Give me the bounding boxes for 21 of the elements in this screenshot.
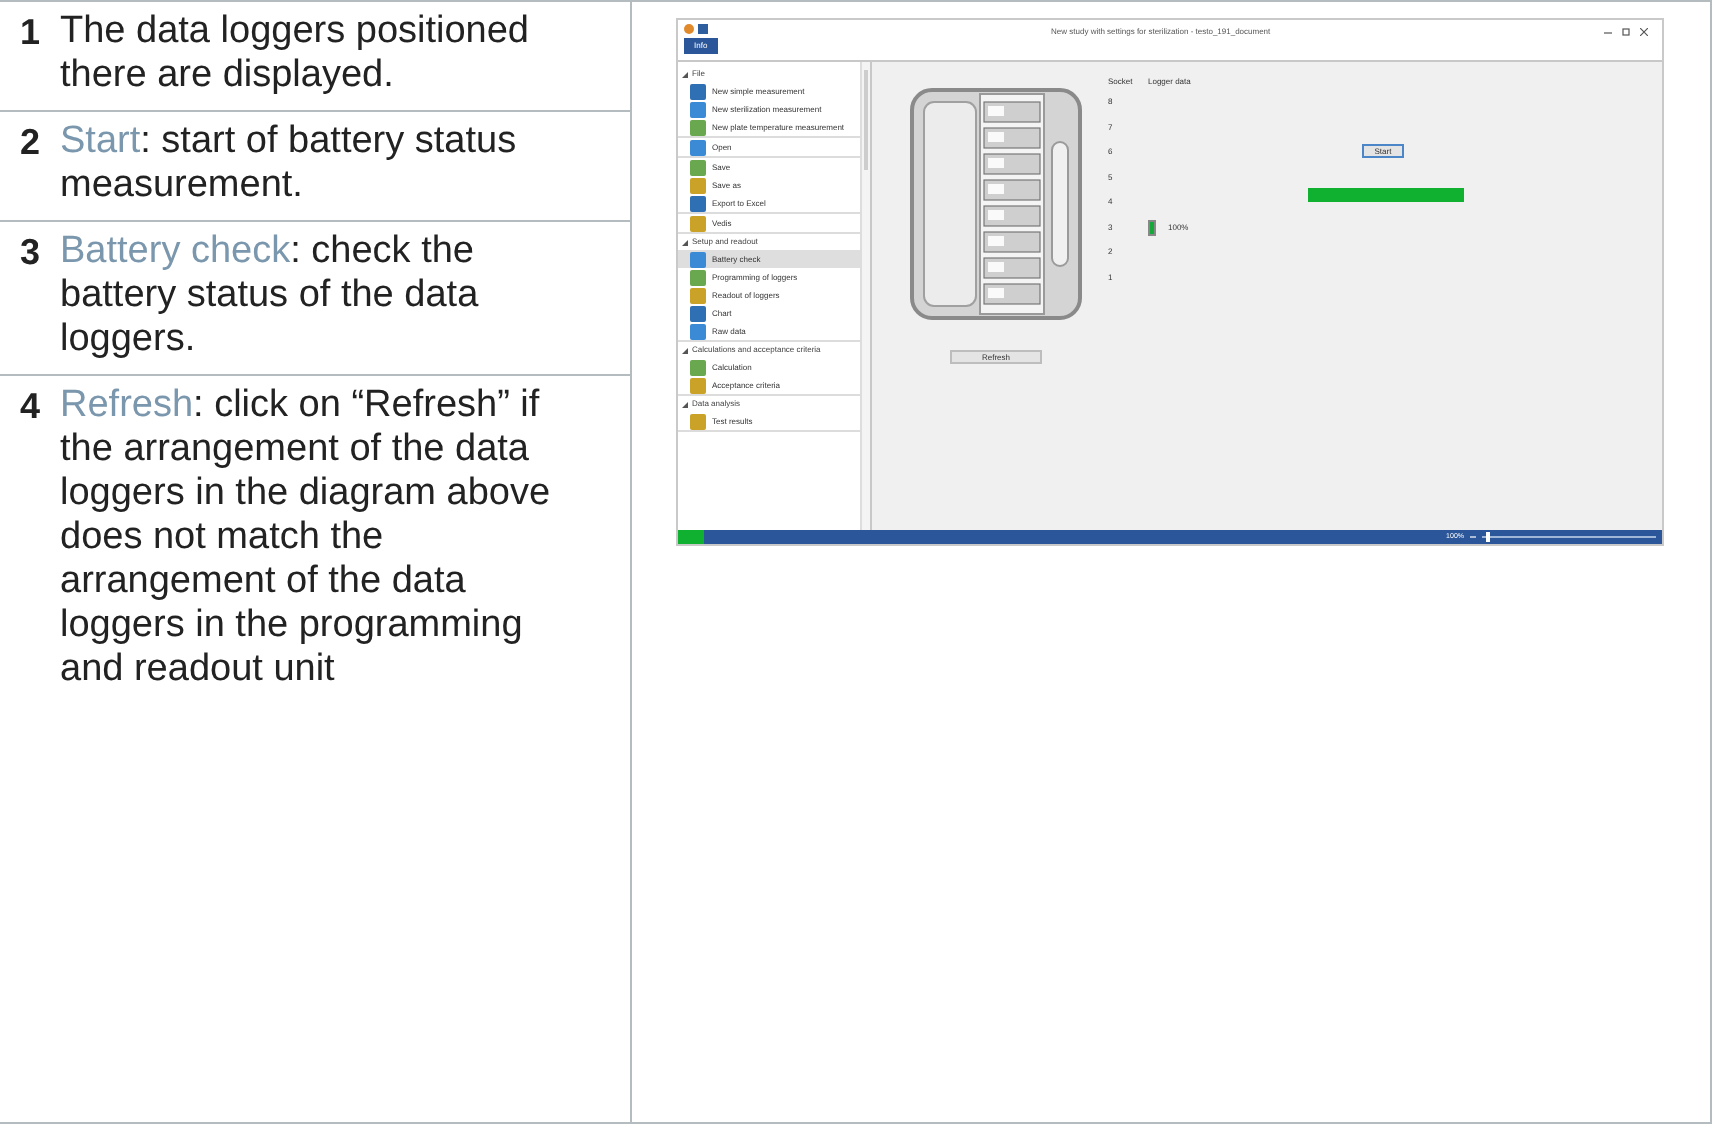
item-icon [690, 413, 706, 429]
expander-icon[interactable] [682, 239, 688, 245]
step-description: The data loggers positioned there are displayed. [60, 10, 531, 98]
close-icon[interactable] [1640, 28, 1648, 36]
step-description: Start: start of battery status measurement. [60, 120, 519, 208]
zoom-out-icon[interactable] [1470, 534, 1476, 540]
restore-icon[interactable] [1622, 28, 1630, 36]
minimize-icon[interactable] [1604, 28, 1612, 36]
expander-icon[interactable] [682, 71, 688, 77]
step-description: Battery check: check the battery status of the data loggers. [60, 230, 481, 362]
step-number: 2 [20, 120, 40, 166]
expander-icon[interactable] [682, 401, 688, 407]
expander-icon[interactable] [682, 347, 688, 353]
scrollbar[interactable] [860, 62, 870, 530]
step-description: Refresh: click on “Refresh” if the arrangement of the data loggers in the diagram above does not match the arrangement of the data loggers in the programming and readout unit [60, 384, 553, 694]
step-number: 1 [20, 10, 40, 56]
status-indicator [678, 530, 704, 544]
step-number: 4 [20, 384, 40, 430]
battery-icon [1148, 219, 1156, 235]
step-number: 3 [20, 230, 40, 276]
app-logo-icon [684, 24, 694, 34]
